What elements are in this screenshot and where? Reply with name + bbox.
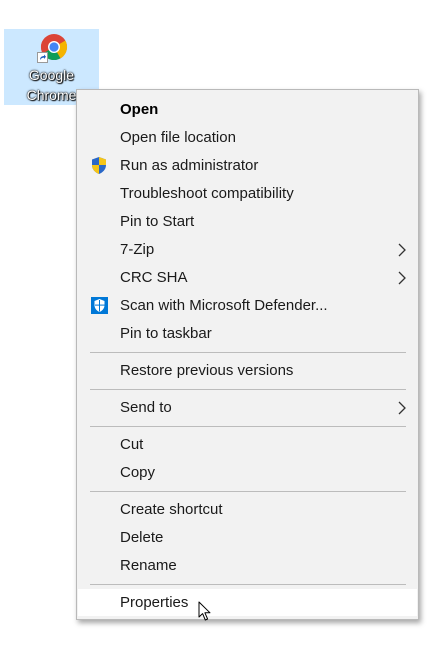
shortcut-arrow-icon (37, 52, 48, 63)
menu-item-label: Pin to taskbar (120, 325, 212, 342)
menu-item-scan-with-defender[interactable]: Scan with Microsoft Defender... (78, 292, 417, 319)
menu-item-label: CRC SHA (120, 269, 188, 286)
chevron-right-icon (398, 401, 406, 415)
menu-item-label: Pin to Start (120, 213, 195, 230)
menu-item-properties[interactable]: Properties (78, 589, 417, 616)
menu-item-label: Send to (120, 399, 172, 416)
menu-item-crc-sha[interactable]: CRC SHA (78, 264, 417, 291)
menu-item-label: Troubleshoot compatibility (120, 185, 294, 202)
menu-item-label: 7-Zip (120, 241, 155, 258)
menu-separator (90, 426, 406, 427)
menu-item-pin-to-start[interactable]: Pin to Start (78, 208, 417, 235)
menu-item-label: Delete (120, 529, 164, 546)
menu-item-restore-previous-versions[interactable]: Restore previous versions (78, 357, 417, 384)
menu-item-label: Create shortcut (120, 501, 223, 518)
menu-item-label: Copy (120, 464, 156, 481)
menu-item-label: Restore previous versions (120, 362, 294, 379)
menu-item-label: Cut (120, 436, 144, 453)
menu-item-open-file-location[interactable]: Open file location (78, 124, 417, 151)
menu-item-label: Rename (120, 557, 177, 574)
chevron-right-icon (398, 243, 406, 257)
menu-separator (90, 352, 406, 353)
menu-item-copy[interactable]: Copy (78, 459, 417, 486)
menu-item-label: Run as administrator (120, 157, 259, 174)
menu-separator (90, 491, 406, 492)
menu-separator (90, 389, 406, 390)
menu-item-rename[interactable]: Rename (78, 552, 417, 579)
menu-item-run-as-administrator[interactable]: Run as administrator (78, 152, 417, 179)
menu-item-cut[interactable]: Cut (78, 431, 417, 458)
menu-item-send-to[interactable]: Send to (78, 394, 417, 421)
menu-item-troubleshoot-compatibility[interactable]: Troubleshoot compatibility (78, 180, 417, 207)
uac-shield-icon (92, 157, 106, 174)
chevron-right-icon (398, 271, 406, 285)
menu-item-label: Scan with Microsoft Defender... (120, 297, 328, 314)
menu-item-label: Properties (120, 594, 189, 611)
defender-icon (91, 297, 108, 314)
menu-item-delete[interactable]: Delete (78, 524, 417, 551)
context-menu: Open Open file location Run as administr… (76, 89, 419, 620)
mouse-pointer-icon (198, 601, 211, 621)
menu-item-pin-to-taskbar[interactable]: Pin to taskbar (78, 320, 417, 347)
menu-item-7-zip[interactable]: 7-Zip (78, 236, 417, 263)
menu-item-label: Open (120, 101, 159, 118)
menu-item-open[interactable]: Open (78, 96, 417, 123)
menu-separator (90, 584, 406, 585)
menu-item-label: Open file location (120, 129, 236, 146)
menu-item-create-shortcut[interactable]: Create shortcut (78, 496, 417, 523)
